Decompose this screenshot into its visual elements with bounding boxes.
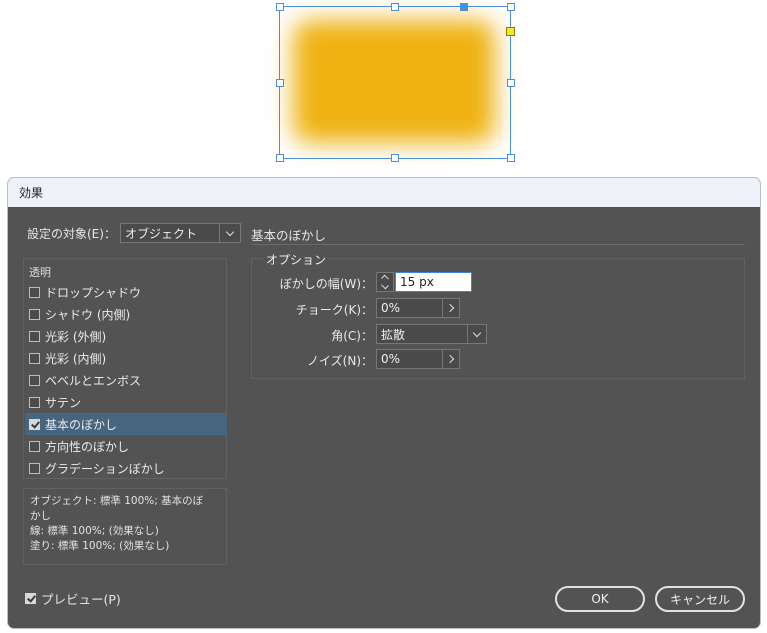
noise-slider-button[interactable]	[442, 349, 460, 369]
list-item-bevel-emboss[interactable]: ベベルとエンボス	[25, 369, 227, 391]
list-item-inner-shadow[interactable]: シャドウ (内側)	[25, 303, 227, 325]
reference-point-handle[interactable]	[460, 3, 468, 11]
checkbox[interactable]	[29, 308, 40, 320]
effects-dialog: 効果 設定の対象(E)： オブジェクト 基本のぼかし 透明 ドロップシャドウ シ…	[8, 178, 760, 628]
feather-width-value: 15 px	[400, 275, 434, 289]
chevron-down-icon	[467, 325, 486, 343]
feather-width-spinner[interactable]	[376, 272, 394, 292]
list-item-label: ドロップシャドウ	[45, 285, 142, 300]
resize-handle-middle-right[interactable]	[507, 79, 515, 87]
noise-label: ノイズ(N)：	[307, 354, 373, 368]
preview-checkbox[interactable]	[25, 593, 36, 604]
effects-list: 透明 ドロップシャドウ シャドウ (内側) 光彩 (外側) 光彩 (内側) ベベ…	[23, 258, 227, 479]
resize-handle-top-left[interactable]	[276, 3, 284, 11]
choke-value: 0%	[381, 301, 401, 315]
summary-object: オブジェクト: 標準 100%; 基本のぼ	[30, 495, 204, 507]
ok-button-label: OK	[591, 592, 609, 606]
noise-input[interactable]: 0%	[376, 349, 443, 369]
summary-stroke: 線: 標準 100%; (効果なし)	[30, 525, 159, 537]
list-item-gradient-feather[interactable]: グラデーションぼかし	[25, 457, 227, 479]
checkbox[interactable]	[29, 374, 40, 386]
corner-select-value: 拡散	[381, 327, 406, 342]
list-item-inner-glow[interactable]: 光彩 (内側)	[25, 347, 227, 369]
target-select[interactable]: オブジェクト	[120, 223, 241, 243]
preview-checkbox-row[interactable]: プレビュー(P)	[25, 589, 121, 608]
options-legend: オプション	[263, 251, 330, 268]
ok-button[interactable]: OK	[555, 586, 645, 612]
corner-select[interactable]: 拡散	[376, 324, 487, 344]
list-item-label: 基本のぼかし	[45, 417, 118, 432]
chevron-down-icon	[219, 224, 240, 242]
resize-handle-bottom-right[interactable]	[507, 154, 515, 162]
divider	[251, 244, 745, 245]
resize-handle-bottom-left[interactable]	[276, 154, 284, 162]
checkbox[interactable]	[29, 352, 40, 364]
checkbox[interactable]	[29, 462, 40, 474]
chevron-right-icon	[445, 354, 454, 364]
checkbox[interactable]	[29, 396, 40, 408]
corner-options-handle[interactable]	[506, 27, 515, 36]
resize-handle-top-center[interactable]	[391, 3, 399, 11]
feather-width-label: ぼかしの幅(W)：	[279, 277, 373, 291]
chevron-right-icon	[445, 303, 454, 313]
checkbox[interactable]	[29, 440, 40, 452]
feathered-rectangle-object[interactable]	[276, 3, 515, 162]
list-header-transparency[interactable]: 透明	[29, 264, 51, 280]
list-item-satin[interactable]: サテン	[25, 391, 227, 413]
selection-bounding-box	[279, 6, 511, 159]
list-item-label: シャドウ (内側)	[45, 307, 131, 322]
choke-input[interactable]: 0%	[376, 298, 443, 318]
list-item-label: 方向性のぼかし	[45, 439, 130, 454]
choke-label: チョーク(K)：	[295, 303, 373, 317]
target-label: 設定の対象(E)：	[27, 227, 116, 241]
resize-handle-bottom-center[interactable]	[391, 154, 399, 162]
list-item-label: 光彩 (内側)	[45, 351, 107, 366]
checkbox-checked[interactable]	[29, 418, 40, 430]
dialog-titlebar: 効果	[8, 178, 760, 207]
list-item-label: 光彩 (外側)	[45, 329, 107, 344]
checkbox[interactable]	[29, 286, 40, 298]
dialog-title: 効果	[19, 186, 44, 200]
list-item-outer-glow[interactable]: 光彩 (外側)	[25, 325, 227, 347]
list-item-directional-feather[interactable]: 方向性のぼかし	[25, 435, 227, 457]
feather-width-input[interactable]: 15 px	[395, 272, 472, 292]
choke-slider-button[interactable]	[442, 298, 460, 318]
noise-value: 0%	[381, 352, 401, 366]
summary-fill: 塗り: 標準 100%; (効果なし)	[30, 540, 170, 552]
summary-object-cont: かし	[30, 510, 51, 522]
list-item-label: ベベルとエンボス	[45, 373, 142, 388]
list-item-basic-feather[interactable]: 基本のぼかし	[25, 413, 227, 435]
checkbox[interactable]	[29, 330, 40, 342]
effects-summary: オブジェクト: 標準 100%; 基本のぼ かし 線: 標準 100%; (効果…	[23, 488, 227, 565]
preview-label: プレビュー(P)	[41, 592, 121, 607]
corner-label: 角(C)：	[331, 329, 373, 343]
cancel-button-label: キャンセル	[669, 592, 730, 607]
cancel-button[interactable]: キャンセル	[655, 586, 745, 612]
resize-handle-middle-left[interactable]	[276, 79, 284, 87]
list-item-drop-shadow[interactable]: ドロップシャドウ	[25, 281, 227, 303]
target-select-value: オブジェクト	[125, 226, 198, 241]
chevron-down-icon	[381, 281, 389, 290]
resize-handle-top-right[interactable]	[507, 3, 515, 11]
section-heading: 基本のぼかし	[251, 228, 327, 243]
list-item-label: グラデーションぼかし	[45, 461, 165, 476]
list-item-label: サテン	[45, 395, 82, 410]
